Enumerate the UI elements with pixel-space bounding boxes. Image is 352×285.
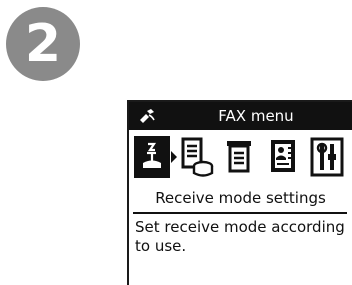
arrow-right-icon <box>170 136 178 178</box>
report-list-icon[interactable] <box>221 136 257 178</box>
step-number-badge: 2 <box>6 7 80 81</box>
item-description: Set receive mode according to use. <box>135 218 345 255</box>
lcd-screen: FAX menu Receive mode settings Set recei… <box>127 100 352 285</box>
receive-mode-icon[interactable] <box>134 136 170 178</box>
fax-menu-icon-row <box>129 136 352 182</box>
selected-item-caption: Receive mode settings <box>155 189 326 207</box>
fax-icon <box>137 106 157 126</box>
memory-reference-icon[interactable] <box>179 136 215 178</box>
lcd-title: FAX menu <box>218 107 294 125</box>
fax-settings-icon[interactable] <box>309 136 345 178</box>
caption-divider <box>133 212 347 214</box>
lcd-title-bar: FAX menu <box>129 102 352 130</box>
phone-directory-icon[interactable] <box>265 136 301 178</box>
